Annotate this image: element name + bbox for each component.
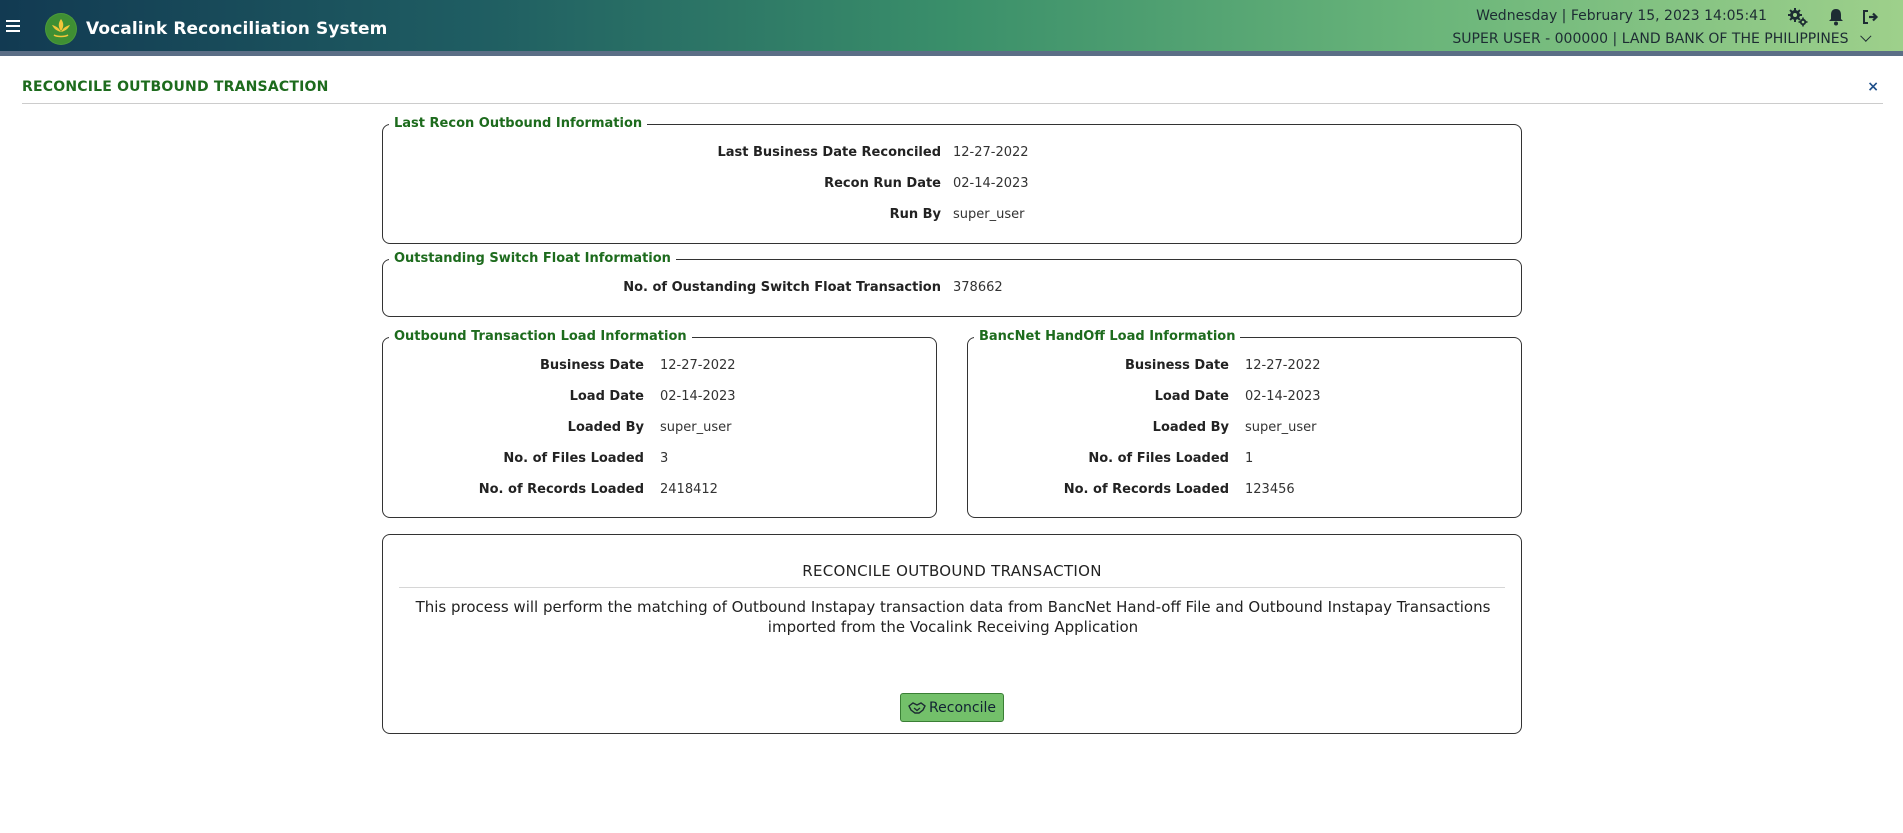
info-label: No. of Files Loaded — [1088, 451, 1229, 466]
info-value: super_user — [953, 207, 1025, 222]
info-value: 378662 — [953, 280, 1003, 295]
info-value: 02-14-2023 — [660, 389, 736, 404]
info-label: No. of Files Loaded — [503, 451, 644, 466]
logout-icon[interactable] — [1861, 7, 1881, 27]
info-value: super_user — [1245, 420, 1317, 435]
info-label: Last Business Date Reconciled — [717, 145, 941, 160]
info-label: Loaded By — [1152, 420, 1229, 435]
info-label: Business Date — [1124, 358, 1229, 373]
user-info-label: SUPER USER - 000000 | LAND BANK OF THE P… — [1452, 31, 1849, 47]
info-row: Load Date 02-14-2023 — [383, 389, 936, 407]
info-value: 02-14-2023 — [953, 176, 1029, 191]
reconcile-button-label: Reconcile — [929, 699, 996, 716]
info-label: Load Date — [569, 389, 644, 404]
info-row: Run By super_user — [383, 207, 1521, 225]
info-label: Business Date — [539, 358, 644, 373]
info-row: Business Date 12-27-2022 — [968, 358, 1521, 376]
panel-divider — [399, 587, 1505, 588]
info-row: No. of Records Loaded 2418412 — [383, 482, 936, 500]
chevron-down-icon[interactable] — [1860, 30, 1872, 42]
info-row: No. of Oustanding Switch Float Transacti… — [383, 280, 1521, 298]
info-row: No. of Records Loaded 123456 — [968, 482, 1521, 500]
info-value: 12-27-2022 — [953, 145, 1029, 160]
info-value: 3 — [660, 451, 669, 466]
user-menu[interactable]: SUPER USER - 000000 | LAND BANK OF THE P… — [1452, 30, 1872, 47]
reconcile-button[interactable]: Reconcile — [900, 693, 1004, 722]
title-divider — [22, 103, 1883, 104]
switch-float-legend: Outstanding Switch Float Information — [389, 251, 676, 266]
info-row: Loaded By super_user — [968, 420, 1521, 438]
info-row: Business Date 12-27-2022 — [383, 358, 936, 376]
switch-float-fieldset: Outstanding Switch Float Information No.… — [382, 251, 1522, 317]
bancnet-load-fieldset: BancNet HandOff Load Information Busines… — [967, 329, 1522, 518]
info-label: No. of Oustanding Switch Float Transacti… — [623, 280, 941, 295]
last-recon-legend: Last Recon Outbound Information — [389, 116, 648, 131]
info-value: 1 — [1245, 451, 1254, 466]
info-value: 123456 — [1245, 482, 1295, 497]
page-title: RECONCILE OUTBOUND TRANSACTION — [22, 79, 329, 95]
info-label: Load Date — [1154, 389, 1229, 404]
info-value: 02-14-2023 — [1245, 389, 1321, 404]
settings-icon[interactable] — [1787, 7, 1808, 27]
bancnet-load-legend: BancNet HandOff Load Information — [974, 329, 1241, 344]
info-row: No. of Files Loaded 1 — [968, 451, 1521, 469]
info-row: Loaded By super_user — [383, 420, 936, 438]
outbound-load-fieldset: Outbound Transaction Load Information Bu… — [382, 329, 937, 518]
reconcile-panel: RECONCILE OUTBOUND TRANSACTION This proc… — [382, 534, 1522, 734]
info-label: No. of Records Loaded — [1063, 482, 1229, 497]
info-value: 12-27-2022 — [1245, 358, 1321, 373]
menu-icon[interactable] — [6, 20, 20, 32]
app-title: Vocalink Reconciliation System — [86, 19, 388, 39]
info-label: Recon Run Date — [824, 176, 941, 191]
close-icon[interactable]: × — [1867, 79, 1879, 95]
info-row: No. of Files Loaded 3 — [383, 451, 936, 469]
current-datetime: Wednesday | February 15, 2023 14:05:41 — [1476, 8, 1767, 24]
info-value: super_user — [660, 420, 732, 435]
reconcile-heading: RECONCILE OUTBOUND TRANSACTION — [802, 562, 1102, 580]
reconcile-description: This process will perform the matching o… — [415, 598, 1491, 636]
info-label: Run By — [889, 207, 941, 222]
outbound-load-legend: Outbound Transaction Load Information — [389, 329, 692, 344]
info-row: Last Business Date Reconciled 12-27-2022 — [383, 145, 1521, 163]
info-value: 2418412 — [660, 482, 718, 497]
handshake-icon — [908, 701, 926, 714]
info-label: Loaded By — [567, 420, 644, 435]
top-navbar: Vocalink Reconciliation System Wednesday… — [0, 0, 1903, 56]
info-row: Recon Run Date 02-14-2023 — [383, 176, 1521, 194]
info-value: 12-27-2022 — [660, 358, 736, 373]
info-label: No. of Records Loaded — [478, 482, 644, 497]
info-row: Load Date 02-14-2023 — [968, 389, 1521, 407]
logo-icon — [45, 13, 77, 45]
bell-icon[interactable] — [1827, 7, 1847, 27]
last-recon-fieldset: Last Recon Outbound Information Last Bus… — [382, 116, 1522, 244]
